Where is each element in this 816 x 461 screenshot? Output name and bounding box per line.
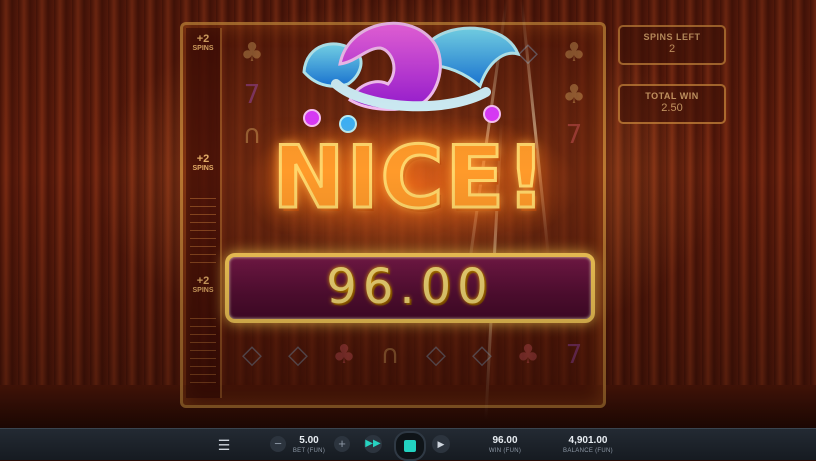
free-spins-meter: +2 SPINS +2 SPINS +2 SPINS bbox=[186, 28, 222, 398]
win-label: WIN (FUN) bbox=[488, 448, 522, 454]
win-value: 96.00 bbox=[492, 435, 518, 446]
spin-meter-tag: +2 SPINS bbox=[192, 275, 214, 295]
cherry-icon: ♣ bbox=[516, 340, 540, 370]
spin-meter-tag: +2 SPINS bbox=[192, 153, 214, 173]
bet-label: BET (FUN) bbox=[292, 448, 326, 454]
total-win-panel: TOTAL WIN 2.50 bbox=[618, 84, 726, 124]
spins-left-label: SPINS LEFT bbox=[643, 32, 701, 42]
stop-icon bbox=[404, 440, 416, 452]
total-win-value: 2.50 bbox=[661, 102, 683, 114]
spin-meter-tag: +2 SPINS bbox=[192, 33, 214, 53]
spins-left-value: 2 bbox=[668, 43, 676, 55]
minus-icon: − bbox=[274, 436, 282, 451]
autoplay-button[interactable]: ▶ bbox=[432, 435, 450, 453]
win-amount-banner: 96.00 bbox=[225, 253, 595, 323]
play-icon: ▶ bbox=[437, 439, 445, 449]
bet-value: 5.00 bbox=[299, 435, 319, 446]
turbo-button[interactable]: ▶▶ bbox=[364, 435, 382, 453]
clover-icon: ♣ bbox=[562, 80, 586, 110]
balance-display: 4,901.00 BALANCE (FUN) bbox=[556, 434, 620, 455]
total-win-label: TOTAL WIN bbox=[645, 91, 699, 101]
fast-forward-icon: ▶▶ bbox=[365, 438, 381, 449]
horseshoe-icon: ∩ bbox=[380, 340, 400, 370]
jester-hat-icon bbox=[302, 22, 521, 133]
diamond-icon: ◇ bbox=[472, 340, 492, 370]
balance-label: BALANCE (FUN) bbox=[563, 448, 613, 454]
clover-icon: ♣ bbox=[562, 38, 586, 68]
spins-left-panel: SPINS LEFT 2 bbox=[618, 25, 726, 65]
diamond-icon: ◇ bbox=[242, 340, 262, 370]
win-amount-value: 96.00 bbox=[326, 259, 494, 315]
diamond-icon: ◇ bbox=[426, 340, 446, 370]
menu-button[interactable]: ☰ bbox=[214, 435, 234, 455]
win-message-title: NICE! bbox=[271, 127, 548, 230]
menu-icon: ☰ bbox=[217, 436, 231, 453]
plus-icon: + bbox=[338, 436, 346, 451]
bottom-control-bar: ☰ − 5.00 BET (FUN) + ▶▶ ▶ 96.00 WIN (FUN… bbox=[0, 428, 816, 461]
win-display: 96.00 WIN (FUN) bbox=[480, 434, 530, 455]
seven-icon: 7 bbox=[243, 80, 261, 110]
diamond-icon: ◇ bbox=[288, 340, 308, 370]
clover-icon: ♣ bbox=[240, 38, 264, 68]
cherry-icon: ♣ bbox=[332, 340, 356, 370]
increase-bet-button[interactable]: + bbox=[334, 436, 350, 452]
spin-button[interactable] bbox=[394, 431, 426, 461]
balance-value: 4,901.00 bbox=[568, 435, 608, 446]
game-stage: +2 SPINS +2 SPINS +2 SPINS ♣ 7 ∩ ◇ ◇ bbox=[0, 0, 816, 428]
bet-display: 5.00 BET (FUN) bbox=[284, 434, 334, 455]
seven-icon: 7 bbox=[565, 340, 583, 370]
